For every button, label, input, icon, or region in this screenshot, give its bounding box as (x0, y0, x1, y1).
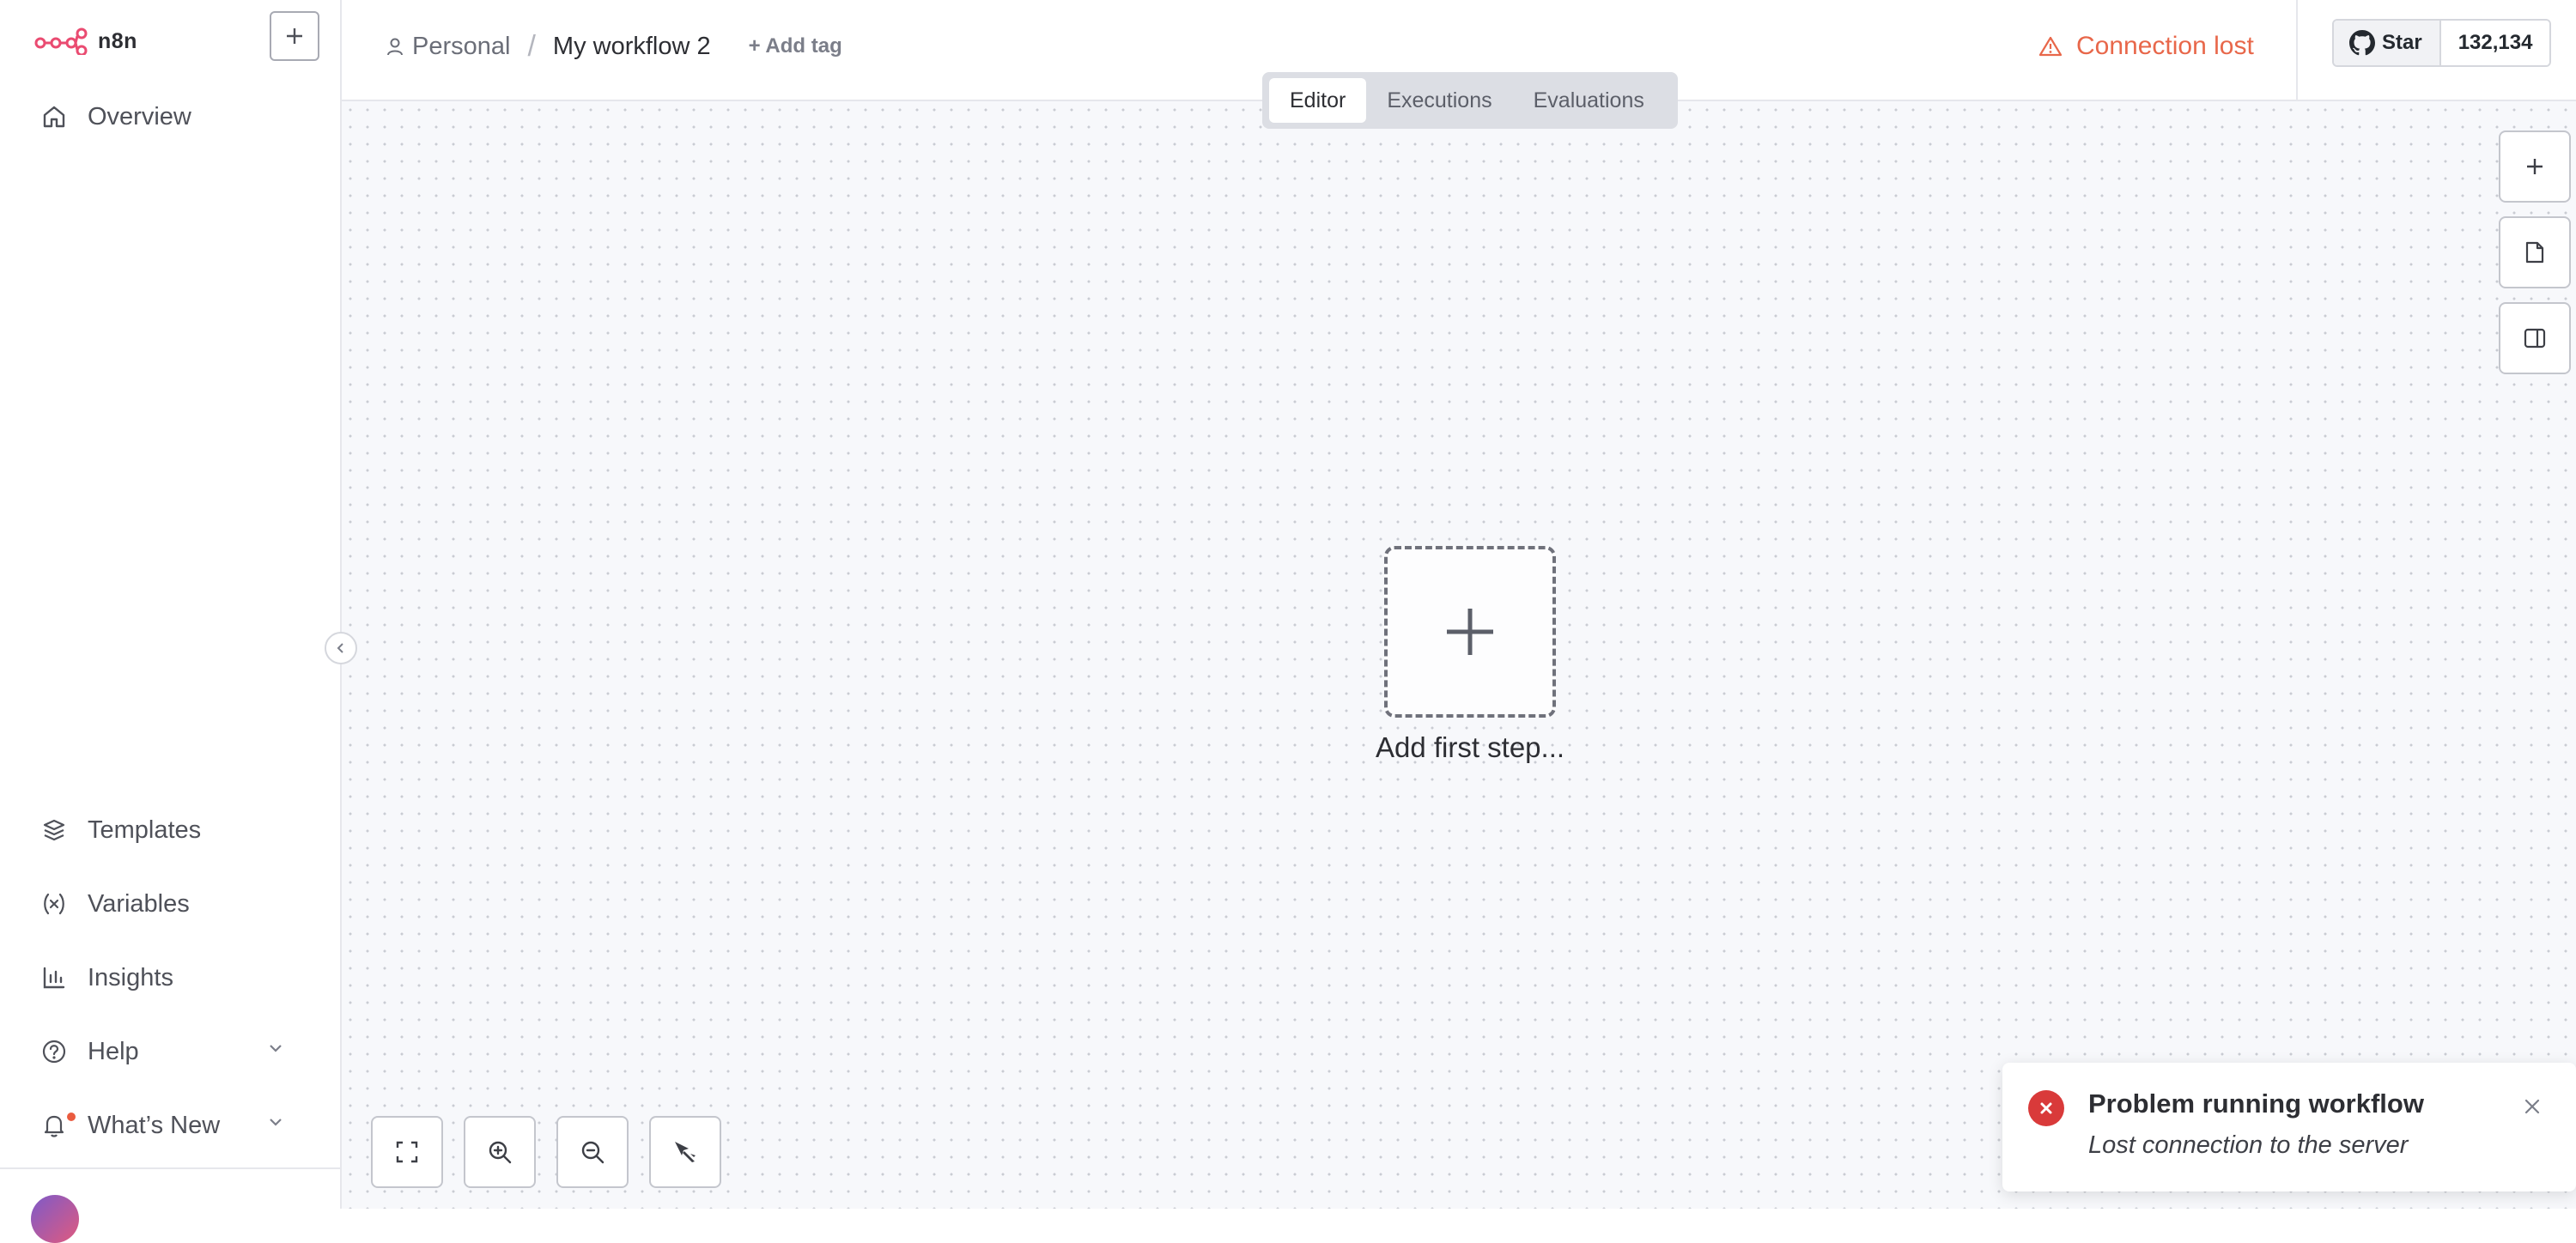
error-icon (2028, 1090, 2064, 1126)
sidebar-item-templates[interactable]: Templates (39, 811, 201, 849)
close-icon (2523, 1097, 2542, 1116)
github-star-widget[interactable]: Star 132,134 (2332, 19, 2552, 67)
sidebar-item-variables[interactable]: Variables (39, 885, 190, 923)
view-tabs: Editor Executions Evaluations (1262, 72, 1678, 129)
sidebar-item-whats-new[interactable]: What’s New (39, 1107, 297, 1144)
insights-icon (39, 963, 69, 992)
warning-icon (2038, 35, 2063, 58)
home-icon (39, 102, 69, 131)
collapse-sidebar-button[interactable] (325, 632, 357, 664)
toggle-panel-button[interactable] (2499, 302, 2571, 374)
zoom-out-button[interactable] (556, 1116, 629, 1188)
tab-executions[interactable]: Executions (1366, 78, 1512, 123)
connection-status-text: Connection lost (2076, 32, 2254, 60)
variables-icon (39, 889, 69, 919)
n8n-logo-icon (34, 27, 88, 55)
plus-icon (1443, 605, 1497, 658)
templates-icon (39, 816, 69, 845)
github-star-button[interactable]: Star (2334, 21, 2441, 65)
breadcrumb-project[interactable]: Personal (412, 33, 510, 61)
sidebar-item-insights[interactable]: Insights (39, 959, 173, 997)
notification-dot (67, 1113, 76, 1121)
panel-icon (2523, 327, 2547, 349)
sidebar: n8n Overview Templates Variables Insight… (0, 0, 342, 1243)
bell-icon (39, 1111, 76, 1140)
chevron-left-icon (335, 642, 347, 654)
chevron-down-icon[interactable] (266, 1039, 285, 1058)
zoom-in-button[interactable] (464, 1116, 536, 1188)
sticky-note-icon (2524, 240, 2546, 264)
plus-icon (2524, 156, 2545, 177)
sidebar-item-overview[interactable]: Overview (39, 98, 191, 136)
sidebar-item-help[interactable]: Help (39, 1033, 297, 1070)
header-divider (2296, 0, 2298, 100)
chevron-down-icon[interactable] (266, 1113, 285, 1131)
sidebar-divider (0, 1167, 340, 1169)
toast-message: Lost connection to the server (2088, 1131, 2409, 1159)
add-first-step-label: Add first step... (1375, 731, 1565, 763)
sidebar-item-label: Help (88, 1037, 139, 1065)
tidy-up-button[interactable] (649, 1116, 721, 1188)
breadcrumb: Personal / My workflow 2 + Add tag (386, 27, 842, 65)
fit-view-button[interactable] (371, 1116, 443, 1188)
tab-evaluations[interactable]: Evaluations (1513, 78, 1665, 123)
help-icon (39, 1037, 69, 1066)
add-sticky-note-button[interactable] (2499, 216, 2571, 288)
github-star-count[interactable]: 132,134 (2440, 21, 2550, 65)
add-node-button[interactable] (2499, 130, 2571, 203)
workflow-name[interactable]: My workflow 2 (553, 33, 711, 61)
user-icon (386, 37, 404, 56)
zoom-in-icon (487, 1139, 513, 1165)
tab-editor[interactable]: Editor (1269, 78, 1367, 123)
github-star-label: Star (2382, 31, 2422, 54)
sidebar-item-label: What’s New (88, 1111, 221, 1139)
connection-status: Connection lost (2038, 27, 2254, 65)
plus-icon (285, 27, 304, 45)
error-toast: Problem running workflow Lost connection… (2002, 1063, 2576, 1191)
toast-title: Problem running workflow (2088, 1088, 2424, 1119)
breadcrumb-separator: / (527, 29, 536, 63)
fit-view-icon (395, 1140, 419, 1164)
avatar[interactable] (31, 1195, 79, 1243)
sidebar-item-label: Insights (88, 963, 173, 991)
create-new-button[interactable] (270, 11, 319, 61)
sidebar-item-label: Overview (88, 102, 191, 130)
add-tag-button[interactable]: + Add tag (749, 34, 842, 58)
app-logo[interactable]: n8n (34, 26, 137, 57)
zoom-out-icon (580, 1139, 605, 1165)
github-icon (2349, 30, 2382, 56)
tidy-up-icon (671, 1138, 699, 1166)
add-first-step-button[interactable] (1384, 546, 1556, 718)
sidebar-item-label: Templates (88, 816, 202, 844)
close-toast-button[interactable] (2518, 1092, 2547, 1121)
app-name: n8n (98, 28, 137, 53)
sidebar-item-label: Variables (88, 889, 190, 918)
